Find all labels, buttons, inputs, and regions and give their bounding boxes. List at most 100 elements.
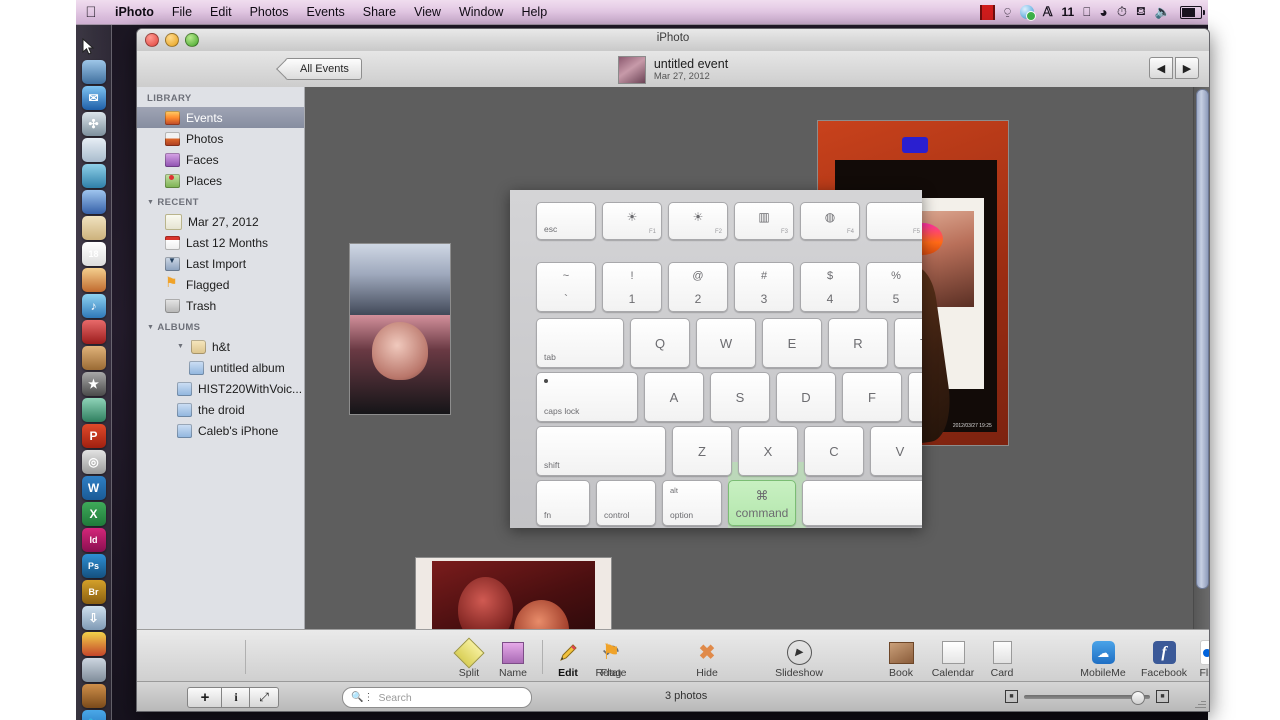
sidebar-item-places[interactable]: Places xyxy=(137,170,304,191)
sidebar-item-photos[interactable]: Photos xyxy=(137,128,304,149)
sidebar-item-trash[interactable]: Trash xyxy=(137,295,304,316)
key-fn[interactable]: fn xyxy=(536,480,590,526)
toolbar-item-name[interactable]: Name xyxy=(485,639,541,679)
displays-icon[interactable]: ⎕ xyxy=(1083,0,1090,24)
key-command[interactable]: ⌘ command xyxy=(728,480,796,526)
utility-icon[interactable] xyxy=(81,658,106,682)
adobe-reader-icon[interactable]: P xyxy=(81,424,106,448)
sidebar-item-caleb-s-iphone[interactable]: Caleb's iPhone xyxy=(137,420,304,441)
globe-icon[interactable] xyxy=(81,164,106,188)
toolbar-item-hide[interactable]: ✖ Hide xyxy=(679,639,735,679)
key-x[interactable]: X xyxy=(738,426,798,476)
key-z[interactable]: Z xyxy=(672,426,732,476)
safari-icon[interactable]: ✣ xyxy=(81,112,106,136)
bluetooth-icon[interactable]: ⛾ xyxy=(1136,0,1146,24)
imovie-icon[interactable] xyxy=(81,346,106,370)
large-thumbnail-icon[interactable]: ■ xyxy=(1156,690,1169,703)
fullscreen-button[interactable]: ⤢ xyxy=(249,687,279,708)
key-g[interactable]: G xyxy=(908,372,922,422)
event-nav-arrows[interactable]: ◀ ▶ xyxy=(1149,57,1199,79)
menu-item-view[interactable]: View xyxy=(405,0,450,24)
scrollbar-thumb[interactable] xyxy=(1196,89,1209,589)
volume-icon[interactable]: 🔈 xyxy=(1155,0,1171,24)
chrome-icon[interactable] xyxy=(81,632,106,656)
sidebar-item-last-12-months[interactable]: Last 12 Months xyxy=(137,232,304,253)
wifi-icon[interactable]: ◕ xyxy=(1099,0,1107,24)
toolbar-item-card[interactable]: Card xyxy=(974,639,1030,679)
photoshop-icon[interactable]: Ps xyxy=(81,554,106,578)
previous-event-button[interactable]: ◀ xyxy=(1149,57,1173,79)
key-s[interactable]: S xyxy=(710,372,770,422)
key-shift[interactable]: shift xyxy=(536,426,666,476)
key-q[interactable]: Q xyxy=(630,318,690,368)
key-e[interactable]: E xyxy=(762,318,822,368)
info-button[interactable]: i xyxy=(221,687,251,708)
mail-icon[interactable]: ✉ xyxy=(81,86,106,110)
key-caps-lock[interactable]: caps lock xyxy=(536,372,638,422)
sidebar-item-the-droid[interactable]: the droid xyxy=(137,399,304,420)
game-icon[interactable] xyxy=(81,684,106,708)
excel-icon[interactable]: X xyxy=(81,502,106,526)
sidebar-item-untitled-album[interactable]: untitled album xyxy=(137,357,304,378)
key-r[interactable]: R xyxy=(828,318,888,368)
key-[interactable]: ◍ F4 xyxy=(800,202,860,240)
sidebar[interactable]: LIBRARY Events Photos Faces Places ▼ RECENT Mar… xyxy=(137,87,305,654)
disclosure-triangle-icon[interactable]: ▼ xyxy=(147,324,154,331)
toolbar-item-book[interactable]: Book xyxy=(873,639,929,679)
toolbar-item-calendar[interactable]: Calendar xyxy=(925,639,981,679)
window-titlebar[interactable]: iPhoto xyxy=(137,29,1209,52)
bottom-toolbar[interactable]: Split Name Edit ↶ Rotate ⚑ Flag ✖ Hide ▶… xyxy=(137,629,1209,682)
menu-item-iphoto[interactable]: iPhoto xyxy=(106,0,163,24)
key-5[interactable]: % 5 xyxy=(866,262,922,312)
key-w[interactable]: W xyxy=(696,318,756,368)
sidebar-item-events[interactable]: Events xyxy=(137,107,304,128)
key-f[interactable]: F xyxy=(842,372,902,422)
key-c[interactable]: C xyxy=(804,426,864,476)
menu-item-help[interactable]: Help xyxy=(512,0,556,24)
key-4[interactable]: $4 xyxy=(800,262,860,312)
menu-item-file[interactable]: File xyxy=(163,0,201,24)
folder-icon[interactable] xyxy=(81,216,106,240)
menu-item-events[interactable]: Events xyxy=(298,0,354,24)
sidebar-item-flagged[interactable]: Flagged xyxy=(137,274,304,295)
disclosure-triangle-icon[interactable]: ▼ xyxy=(147,199,154,206)
adobe-icon[interactable]: 𝔸 xyxy=(1043,0,1053,24)
thumbnail-size-slider[interactable]: ■ ■ xyxy=(1005,690,1169,705)
key-[interactable]: ~ ` xyxy=(536,262,596,312)
film-strip-icon[interactable] xyxy=(980,0,996,24)
slider-track[interactable] xyxy=(1024,690,1150,705)
calendar-icon[interactable]: 18 xyxy=(81,242,106,266)
photo-woman-glasses[interactable] xyxy=(349,243,451,415)
menu-bar-status-items[interactable]: ⍜ 𝔸 11 ⎕ ◕ ⏱ ⛾ 🔈 xyxy=(980,0,1205,24)
globe-sync-icon[interactable] xyxy=(1019,0,1036,24)
keynote-icon[interactable] xyxy=(81,320,106,344)
key-control[interactable]: control xyxy=(596,480,656,526)
menu-bar[interactable]:  iPhotoFileEditPhotosEventsShareViewWin… xyxy=(76,0,1208,25)
toolbar-item-flickr[interactable]: Flickr xyxy=(1184,639,1209,679)
sidebar-section-albums[interactable]: ▼ ALBUMS xyxy=(137,316,304,336)
apple-menu-icon[interactable]:  xyxy=(76,5,106,20)
small-thumbnail-icon[interactable]: ■ xyxy=(1005,690,1018,703)
key-t[interactable]: T xyxy=(894,318,922,368)
twitter-icon[interactable]: 🐦 xyxy=(81,710,106,720)
antenna-icon[interactable]: ⍜ xyxy=(1004,0,1011,24)
sidebar-section-recent[interactable]: ▼ RECENT xyxy=(137,191,304,211)
itunes-icon[interactable]: ♪ xyxy=(81,294,106,318)
menu-item-photos[interactable]: Photos xyxy=(241,0,298,24)
sidebar-item-hist220withvoic[interactable]: HIST220WithVoic... xyxy=(137,378,304,399)
key-[interactable]: ▥ F3 xyxy=(734,202,794,240)
sidebar-item-mar-27-2012[interactable]: Mar 27, 2012 xyxy=(137,211,304,232)
bridge-icon[interactable]: Br xyxy=(81,580,106,604)
toolbar-item-slideshow[interactable]: ▶ Slideshow xyxy=(771,639,827,679)
battery-icon[interactable] xyxy=(1180,0,1205,24)
menu-item-share[interactable]: Share xyxy=(354,0,405,24)
dock[interactable]: ✉✣18♪★P◎WXIdPsBr⇩🐦C xyxy=(76,24,112,720)
resize-grip-icon[interactable] xyxy=(1194,697,1206,709)
key-[interactable]: ☀ F1 xyxy=(602,202,662,240)
disclosure-triangle-icon[interactable]: ▼ xyxy=(177,343,184,350)
vertical-scrollbar[interactable] xyxy=(1193,87,1209,654)
key-1[interactable]: ! 1 xyxy=(602,262,662,312)
next-event-button[interactable]: ▶ xyxy=(1175,57,1199,79)
key-a[interactable]: A xyxy=(644,372,704,422)
cd-icon[interactable]: ◎ xyxy=(81,450,106,474)
